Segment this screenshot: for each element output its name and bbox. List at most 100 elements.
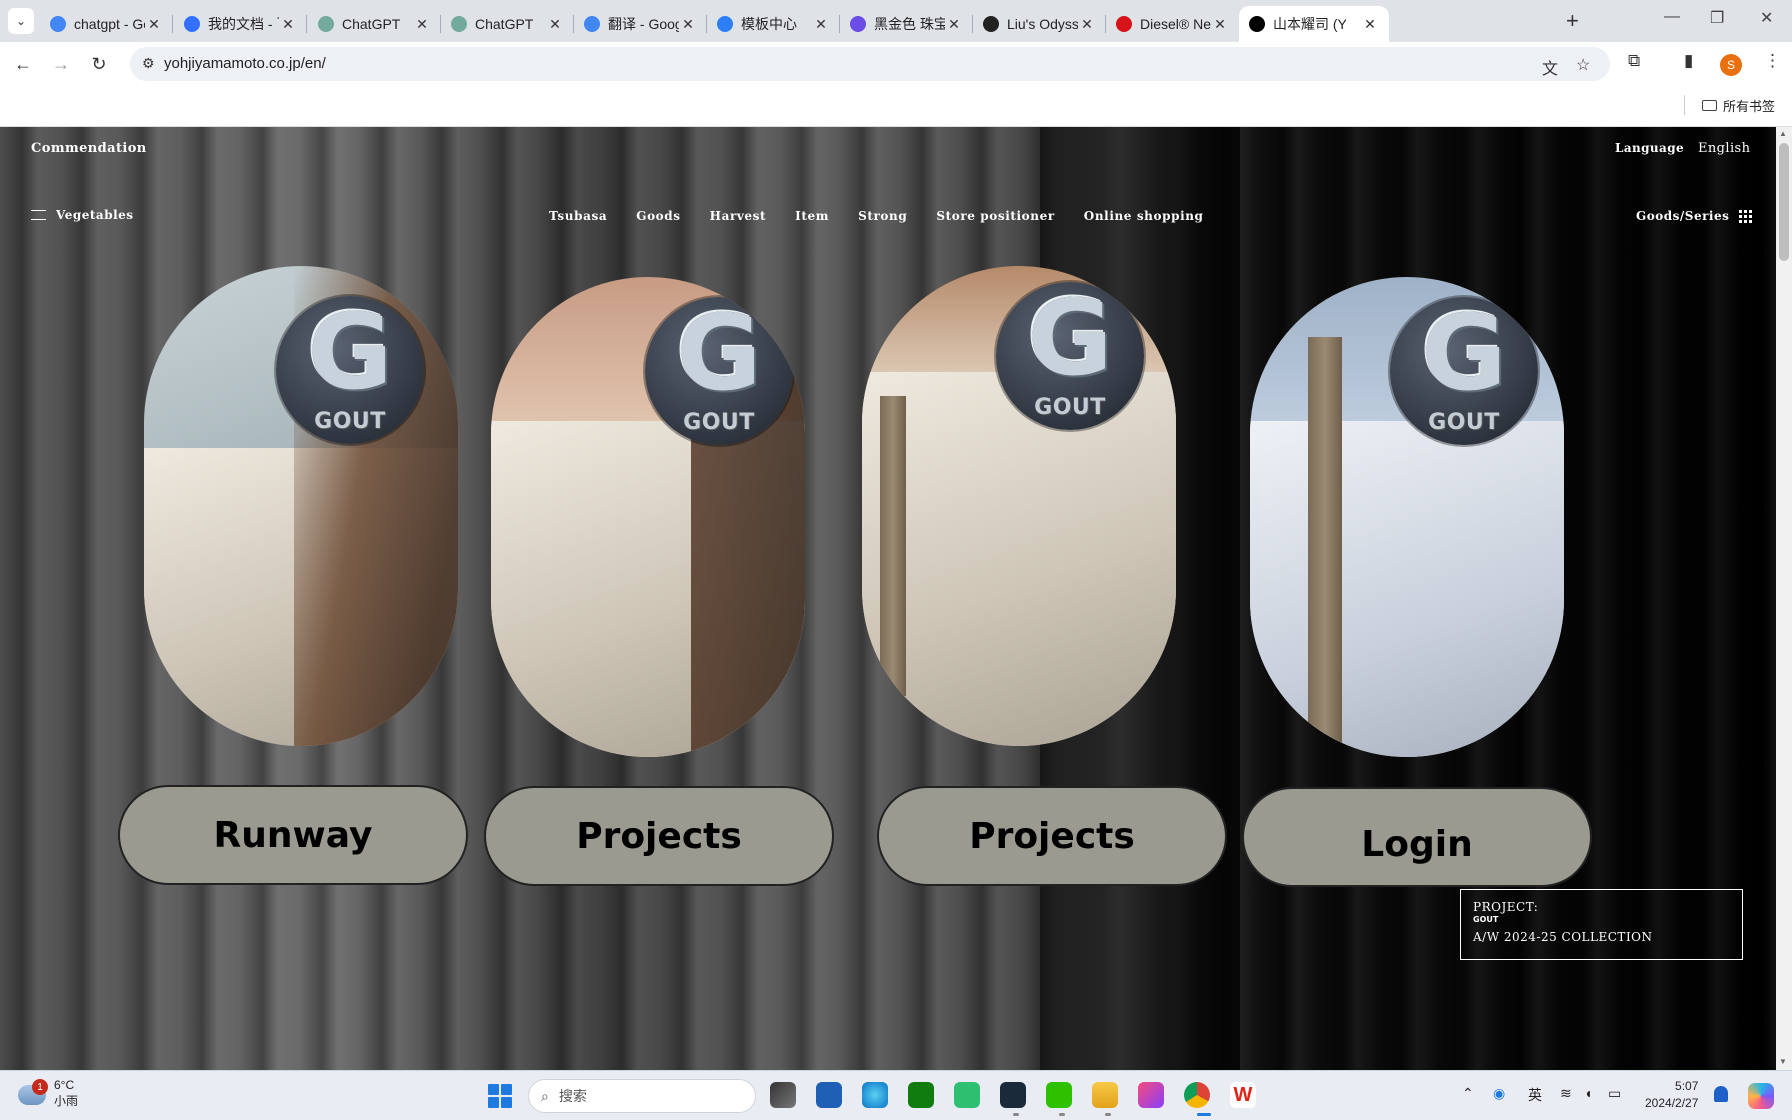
profile-avatar[interactable]: S bbox=[1720, 54, 1742, 76]
browser-tab[interactable]: 山本耀司 (Y ✕ bbox=[1239, 6, 1389, 42]
runway-button[interactable]: Runway bbox=[118, 785, 468, 885]
tab-title: 模板中心 bbox=[741, 16, 797, 32]
browser-tab[interactable]: ChatGPT ✕ bbox=[441, 6, 574, 42]
wechat-icon[interactable] bbox=[1046, 1082, 1072, 1108]
browser-tab[interactable]: 黑金色 珠宝 ✕ bbox=[840, 6, 973, 42]
product-card-1[interactable]: G GOUT bbox=[144, 266, 458, 746]
browser-toolbar: ← → ↻ ⚙ yohjiyamamoto.co.jp/en/ 文 ☆ ⧉ ▮ … bbox=[0, 42, 1792, 85]
close-tab-icon[interactable]: ✕ bbox=[413, 16, 431, 33]
file-explorer-icon[interactable] bbox=[1092, 1082, 1118, 1108]
battery-icon[interactable]: ▭ bbox=[1608, 1085, 1621, 1102]
copilot-icon[interactable] bbox=[1748, 1083, 1774, 1109]
close-tab-icon[interactable]: ✕ bbox=[279, 16, 297, 33]
ime-indicator[interactable]: 英 bbox=[1528, 1085, 1542, 1105]
reload-icon[interactable]: ↻ bbox=[86, 51, 112, 77]
wps-icon[interactable]: W bbox=[1230, 1082, 1256, 1108]
start-button[interactable] bbox=[488, 1084, 512, 1108]
close-tab-icon[interactable]: ✕ bbox=[679, 16, 697, 33]
close-tab-icon[interactable]: ✕ bbox=[1078, 16, 1096, 33]
site-info-icon[interactable]: ⚙ bbox=[142, 55, 155, 72]
more-menu-icon[interactable]: ⋮ bbox=[1764, 51, 1781, 71]
close-window-icon[interactable]: ✕ bbox=[1760, 8, 1773, 28]
new-tab-button[interactable]: + bbox=[1566, 8, 1579, 34]
task-view-icon[interactable] bbox=[770, 1082, 796, 1108]
nav-item-strong[interactable]: Strong bbox=[858, 209, 907, 223]
close-tab-icon[interactable]: ✕ bbox=[145, 16, 163, 33]
translate-icon[interactable]: 文 bbox=[1542, 55, 1558, 79]
extensions-icon[interactable]: ⧉ bbox=[1628, 51, 1640, 71]
running-indicator bbox=[1013, 1113, 1019, 1116]
app-dark-icon[interactable] bbox=[1000, 1082, 1026, 1108]
nav-item-online-shopping[interactable]: Online shopping bbox=[1084, 209, 1204, 223]
browser-tab[interactable]: 翻译 - Googl ✕ bbox=[574, 6, 707, 42]
menu-toggle[interactable]: Vegetables bbox=[31, 208, 134, 222]
browser-tab[interactable]: chatgpt - Go ✕ bbox=[40, 6, 173, 42]
address-bar[interactable]: ⚙ yohjiyamamoto.co.jp/en/ 文 ☆ bbox=[130, 47, 1610, 81]
nav-item-tsubasa[interactable]: Tsubasa bbox=[549, 209, 607, 223]
browser-tab[interactable]: Liu's Odysse✕ bbox=[973, 6, 1106, 42]
url-text[interactable]: yohjiyamamoto.co.jp/en/ bbox=[164, 55, 326, 72]
browser-tab[interactable]: Diesel® Nev ✕ bbox=[1106, 6, 1239, 42]
edge-icon[interactable] bbox=[862, 1082, 888, 1108]
language-selector[interactable]: English bbox=[1698, 141, 1750, 156]
forward-icon[interactable]: → bbox=[48, 51, 74, 77]
y-icon bbox=[1249, 16, 1265, 32]
weather-widget[interactable]: 1 6°C 小雨 bbox=[18, 1077, 78, 1109]
store-icon[interactable] bbox=[816, 1082, 842, 1108]
tab-search-button[interactable]: ⌄ bbox=[8, 8, 34, 34]
projects-button-1[interactable]: Projects bbox=[484, 786, 834, 886]
commendation-link[interactable]: Commendation bbox=[31, 141, 147, 156]
notification-bell-icon[interactable] bbox=[1714, 1086, 1728, 1102]
chatgpt-icon bbox=[318, 16, 334, 32]
app-colorful-icon[interactable] bbox=[1138, 1082, 1164, 1108]
logo-word: GOUT bbox=[1034, 395, 1106, 420]
taskbar-search[interactable]: ⌕ 搜索 bbox=[528, 1079, 756, 1113]
project-info-box[interactable]: PROJECT: GOUT A/W 2024-25 COLLECTION bbox=[1460, 889, 1743, 960]
projects-button-2[interactable]: Projects bbox=[877, 786, 1227, 886]
menu-label: Vegetables bbox=[56, 208, 134, 222]
card-4-strap bbox=[1308, 337, 1342, 757]
nav-item-goods[interactable]: Goods bbox=[636, 209, 680, 223]
vertical-scrollbar[interactable]: ▲ ▼ bbox=[1776, 127, 1792, 1070]
browser-tab[interactable]: 模板中心 ✕ bbox=[707, 6, 840, 42]
goods-series-link[interactable]: Goods/Series bbox=[1636, 209, 1753, 223]
back-icon[interactable]: ← bbox=[10, 51, 36, 77]
product-card-4[interactable]: G GOUT bbox=[1250, 277, 1564, 757]
clock-time: 5:07 bbox=[1675, 1079, 1699, 1093]
close-tab-icon[interactable]: ✕ bbox=[1361, 16, 1379, 33]
tray-overflow-icon[interactable]: ⌃ bbox=[1462, 1085, 1474, 1102]
bookmark-star-icon[interactable]: ☆ bbox=[1576, 55, 1590, 75]
xbox-icon[interactable] bbox=[908, 1082, 934, 1108]
close-tab-icon[interactable]: ✕ bbox=[812, 16, 830, 33]
tray-app-icon[interactable]: ◉ bbox=[1493, 1085, 1505, 1102]
wifi-icon[interactable]: ≋ bbox=[1560, 1085, 1572, 1102]
product-card-2[interactable]: G GOUT bbox=[491, 277, 805, 757]
app-green-icon[interactable] bbox=[954, 1082, 980, 1108]
tab-title: 黑金色 珠宝 bbox=[874, 16, 945, 32]
scrollbar-thumb[interactable] bbox=[1779, 143, 1789, 261]
google-icon bbox=[584, 16, 600, 32]
browser-tab[interactable]: 我的文档 - 飞✕ bbox=[174, 6, 307, 42]
logo-letter: G bbox=[676, 292, 762, 414]
close-tab-icon[interactable]: ✕ bbox=[1211, 16, 1229, 33]
scroll-down-icon[interactable]: ▼ bbox=[1779, 1057, 1787, 1066]
chrome-icon[interactable] bbox=[1184, 1082, 1210, 1108]
volume-icon[interactable]: ◖ bbox=[1584, 1085, 1592, 1101]
minimize-icon[interactable]: — bbox=[1664, 8, 1680, 26]
card-3-strap bbox=[880, 396, 906, 696]
tab-strip: ⌄ chatgpt - Go✕我的文档 - 飞✕ChatGPT✕ChatGPT✕… bbox=[0, 0, 1792, 42]
system-clock[interactable]: 5:07 2024/2/27 bbox=[1645, 1078, 1698, 1112]
scroll-up-icon[interactable]: ▲ bbox=[1779, 129, 1787, 138]
all-bookmarks-folder[interactable]: 所有书签 bbox=[1702, 96, 1775, 115]
login-button[interactable]: Login bbox=[1242, 787, 1592, 887]
product-card-3[interactable]: G GOUT bbox=[862, 266, 1176, 746]
close-tab-icon[interactable]: ✕ bbox=[546, 16, 564, 33]
project-brand: GOUT bbox=[1473, 915, 1499, 924]
nav-item-harvest[interactable]: Harvest bbox=[710, 209, 767, 223]
restore-icon[interactable]: ❐ bbox=[1710, 8, 1724, 28]
nav-item-store-positioner[interactable]: Store positioner bbox=[936, 209, 1054, 223]
browser-tab[interactable]: ChatGPT ✕ bbox=[308, 6, 441, 42]
nav-item-item[interactable]: Item bbox=[795, 209, 829, 223]
close-tab-icon[interactable]: ✕ bbox=[945, 16, 963, 33]
side-panel-icon[interactable]: ▮ bbox=[1684, 51, 1693, 71]
